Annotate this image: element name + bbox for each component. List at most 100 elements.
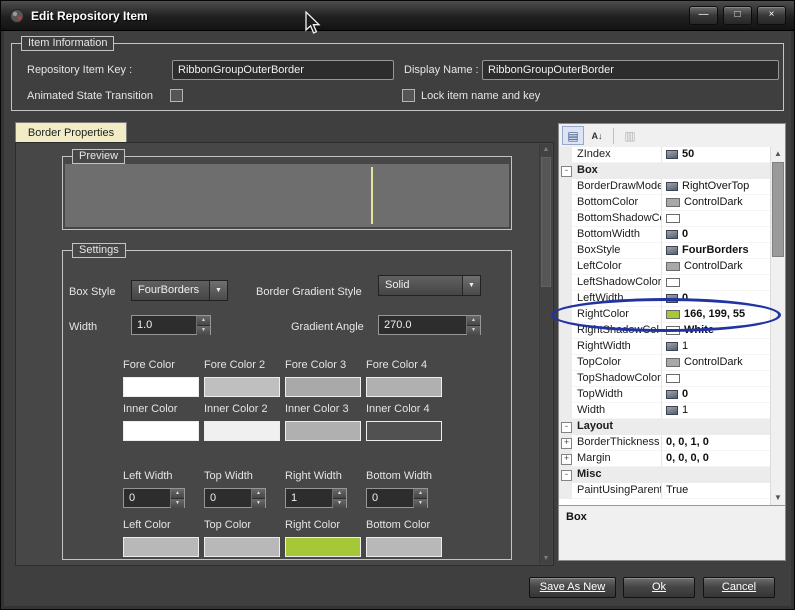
property-value[interactable]: 1 xyxy=(662,339,770,355)
bottom-width-input[interactable]: 0 ▲ ▼ xyxy=(366,488,428,508)
panel-scrollbar-thumb[interactable] xyxy=(541,157,551,287)
right-width-input[interactable]: 1 ▲ ▼ xyxy=(285,488,347,508)
spin-up-icon[interactable]: ▲ xyxy=(171,489,184,499)
spin-up-icon[interactable]: ▲ xyxy=(467,316,480,326)
property-category-box[interactable]: - Box xyxy=(559,163,770,179)
property-value[interactable] xyxy=(662,163,770,179)
property-row-bottomcolor[interactable]: BottomColor ControlDark xyxy=(559,195,770,211)
display-name-input[interactable]: RibbonGroupOuterBorder xyxy=(482,60,779,80)
spinner[interactable]: ▲ ▼ xyxy=(170,489,184,508)
property-value[interactable] xyxy=(662,211,770,227)
spin-up-icon[interactable]: ▲ xyxy=(333,489,346,499)
fore-color-3-swatch[interactable] xyxy=(285,377,361,397)
property-value[interactable]: ControlDark xyxy=(662,259,770,275)
property-row-leftwidth[interactable]: LeftWidth 0 xyxy=(559,291,770,307)
box-style-select[interactable]: FourBorders ▼ xyxy=(131,280,228,301)
inner-color-4-swatch[interactable] xyxy=(366,421,442,441)
inner-color-2-swatch[interactable] xyxy=(204,421,280,441)
property-row-leftshadowcolor[interactable]: LeftShadowColor xyxy=(559,275,770,291)
top-color-swatch[interactable] xyxy=(204,537,280,557)
width-input[interactable]: 1.0 ▲ ▼ xyxy=(131,315,211,335)
cancel-button[interactable]: Cancel xyxy=(703,577,775,598)
property-value[interactable]: RightOverTop xyxy=(662,179,770,195)
property-value[interactable]: 0 xyxy=(662,227,770,243)
top-width-input[interactable]: 0 ▲ ▼ xyxy=(204,488,266,508)
border-gradient-style-select[interactable]: Solid ▼ xyxy=(378,275,481,296)
property-value[interactable] xyxy=(662,419,770,435)
panel-scrollbar[interactable]: ▲ ▼ xyxy=(539,144,552,564)
property-value[interactable]: FourBorders xyxy=(662,243,770,259)
inner-color-3-swatch[interactable] xyxy=(285,421,361,441)
right-color-swatch[interactable] xyxy=(285,537,361,557)
gradient-angle-input[interactable]: 270.0 ▲ ▼ xyxy=(378,315,481,335)
spin-up-icon[interactable]: ▲ xyxy=(252,489,265,499)
ok-button[interactable]: Ok xyxy=(623,577,695,598)
property-row-bottomshadowco[interactable]: BottomShadowCo xyxy=(559,211,770,227)
title-bar[interactable]: Edit Repository Item — □ × xyxy=(1,1,794,31)
property-row-borderthickness[interactable]: + BorderThickness 0, 0, 1, 0 xyxy=(559,435,770,451)
property-row-paintusingparents[interactable]: PaintUsingParentS True xyxy=(559,483,770,499)
property-value[interactable]: 166, 199, 55 xyxy=(662,307,770,323)
spin-up-icon[interactable]: ▲ xyxy=(414,489,427,499)
spinner[interactable]: ▲ ▼ xyxy=(251,489,265,508)
property-value[interactable]: 1 xyxy=(662,403,770,419)
categorized-view-button[interactable]: ▤ xyxy=(562,126,584,145)
property-row-boxstyle[interactable]: BoxStyle FourBorders xyxy=(559,243,770,259)
property-value[interactable]: ControlDark xyxy=(662,195,770,211)
property-row-zindex[interactable]: ZIndex 50 xyxy=(559,147,770,163)
property-value[interactable]: 50 xyxy=(662,147,770,163)
property-row-bottomwidth[interactable]: BottomWidth 0 xyxy=(559,227,770,243)
property-value[interactable] xyxy=(662,275,770,291)
property-category-misc[interactable]: - Misc xyxy=(559,467,770,483)
collapse-icon[interactable]: - xyxy=(561,166,572,177)
repository-item-key-input[interactable]: RibbonGroupOuterBorder xyxy=(172,60,394,80)
property-category-layout[interactable]: - Layout xyxy=(559,419,770,435)
collapse-icon[interactable]: - xyxy=(561,470,572,481)
property-row-rightshadowcol[interactable]: RightShadowCol White xyxy=(559,323,770,339)
spin-down-icon[interactable]: ▼ xyxy=(414,499,427,508)
property-row-margin[interactable]: + Margin 0, 0, 0, 0 xyxy=(559,451,770,467)
chevron-down-icon[interactable]: ▼ xyxy=(209,281,227,300)
left-color-swatch[interactable] xyxy=(123,537,199,557)
property-value[interactable]: White xyxy=(662,323,770,339)
tab-border-properties[interactable]: Border Properties xyxy=(15,122,127,143)
spinner[interactable]: ▲ ▼ xyxy=(413,489,427,508)
spin-down-icon[interactable]: ▼ xyxy=(333,499,346,508)
lock-item-checkbox[interactable] xyxy=(402,89,415,102)
property-value[interactable] xyxy=(662,467,770,483)
maximize-button[interactable]: □ xyxy=(723,6,752,25)
minimize-button[interactable]: — xyxy=(689,6,718,25)
spinner[interactable]: ▲ ▼ xyxy=(196,316,210,335)
spin-down-icon[interactable]: ▼ xyxy=(171,499,184,508)
animated-state-transition-checkbox[interactable] xyxy=(170,89,183,102)
property-value[interactable]: ControlDark xyxy=(662,355,770,371)
expand-icon[interactable]: + xyxy=(561,454,572,465)
property-value[interactable] xyxy=(662,371,770,387)
spinner[interactable]: ▲ ▼ xyxy=(466,316,480,335)
spin-down-icon[interactable]: ▼ xyxy=(252,499,265,508)
inner-color-swatch[interactable] xyxy=(123,421,199,441)
property-value[interactable]: 0 xyxy=(662,291,770,307)
scroll-up-icon[interactable]: ▲ xyxy=(771,147,785,161)
spin-up-icon[interactable]: ▲ xyxy=(197,316,210,326)
property-row-borderdrawmode[interactable]: BorderDrawMode RightOverTop xyxy=(559,179,770,195)
left-width-input[interactable]: 0 ▲ ▼ xyxy=(123,488,185,508)
property-row-leftcolor[interactable]: LeftColor ControlDark xyxy=(559,259,770,275)
bottom-color-swatch[interactable] xyxy=(366,537,442,557)
expand-icon[interactable]: + xyxy=(561,438,572,449)
save-as-new-button[interactable]: Save As New xyxy=(529,577,616,598)
scroll-up-icon[interactable]: ▲ xyxy=(540,146,552,153)
property-row-topshadowcolor[interactable]: TopShadowColor xyxy=(559,371,770,387)
property-row-rightwidth[interactable]: RightWidth 1 xyxy=(559,339,770,355)
property-value[interactable]: 0, 0, 0, 0 xyxy=(662,451,770,467)
property-grid-scrollbar[interactable]: ▲ ▼ xyxy=(770,147,785,505)
spin-down-icon[interactable]: ▼ xyxy=(467,326,480,335)
property-value[interactable]: 0 xyxy=(662,387,770,403)
alphabetical-sort-button[interactable]: A↓ xyxy=(586,126,608,145)
fore-color-swatch[interactable] xyxy=(123,377,199,397)
property-value[interactable]: 0, 0, 1, 0 xyxy=(662,435,770,451)
fore-color-4-swatch[interactable] xyxy=(366,377,442,397)
spin-down-icon[interactable]: ▼ xyxy=(197,326,210,335)
close-button[interactable]: × xyxy=(757,6,786,25)
fore-color-2-swatch[interactable] xyxy=(204,377,280,397)
